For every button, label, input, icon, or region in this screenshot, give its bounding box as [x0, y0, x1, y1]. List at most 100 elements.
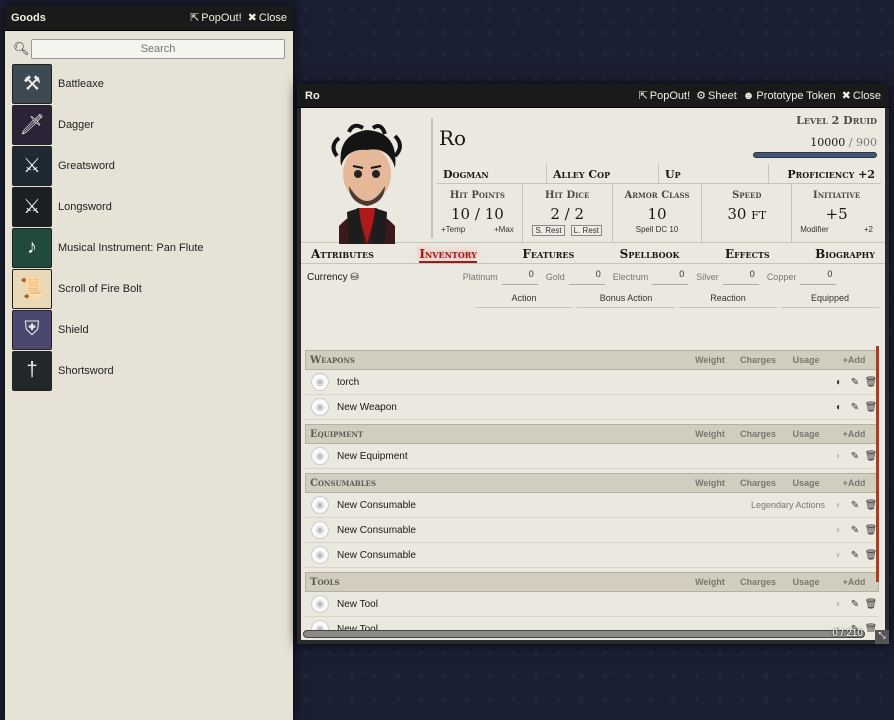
- edit-icon[interactable]: ✎: [847, 599, 863, 610]
- prototype-token-button[interactable]: ☻ Prototype Token: [743, 90, 836, 102]
- goods-item[interactable]: † Shortsword: [12, 350, 293, 391]
- resize-handle[interactable]: ⤡: [875, 630, 889, 644]
- add-equipment-button[interactable]: +Add: [830, 429, 878, 439]
- initiative-mod-value[interactable]: +2: [864, 225, 873, 234]
- goods-item[interactable]: ⛨ Shield: [12, 309, 293, 350]
- item-image-icon[interactable]: ◉: [311, 595, 329, 613]
- edit-icon[interactable]: ✎: [847, 402, 863, 413]
- tab-spellbook[interactable]: Spellbook: [620, 247, 680, 263]
- tab-inventory[interactable]: Inventory: [419, 247, 477, 263]
- inventory-row[interactable]: ◉ New Consumable ◐ ✎ 🗑: [305, 518, 879, 543]
- inventory-scrollbar[interactable]: [876, 346, 879, 582]
- edit-icon[interactable]: ✎: [847, 500, 863, 511]
- equip-toggle-icon[interactable]: ◐: [831, 525, 847, 536]
- initiative-value: +5: [825, 205, 848, 223]
- filter-reaction[interactable]: Reaction: [679, 290, 777, 308]
- inventory-row[interactable]: ◉ New Equipment ◐ ✎ 🗑: [305, 444, 879, 469]
- goods-window: Goods ⇱PopOut! ✖Close 🔍︎ ⚒ Battleaxe 🗡 Dagg…: [5, 5, 293, 720]
- speed-label[interactable]: Speed: [702, 190, 791, 201]
- attributes-row: Hit Points 10 / 10 +Temp +Max Hit Dice 2…: [433, 184, 881, 242]
- tab-biography[interactable]: Biography: [815, 247, 875, 263]
- item-image-icon[interactable]: ◉: [311, 373, 329, 391]
- item-name[interactable]: New Tool: [337, 599, 831, 610]
- hit-points-value[interactable]: 10 / 10: [433, 205, 522, 223]
- edit-icon[interactable]: ✎: [847, 550, 863, 561]
- goods-item[interactable]: ⚔ Longsword: [12, 186, 293, 227]
- hp-current[interactable]: 10: [451, 205, 470, 223]
- xp-bar: [753, 152, 877, 158]
- xp-display[interactable]: 10000 / 900: [810, 136, 877, 149]
- coin-input[interactable]: 0: [722, 269, 759, 285]
- add-weapons-button[interactable]: +Add: [830, 355, 878, 365]
- goods-title: Goods: [11, 11, 46, 24]
- coins-icon: ⛁: [350, 271, 359, 283]
- item-name[interactable]: New Consumable: [337, 525, 831, 536]
- equip-toggle-icon[interactable]: ◐: [831, 500, 847, 511]
- goods-search-input[interactable]: [31, 39, 285, 59]
- item-name[interactable]: New Consumable: [337, 550, 831, 561]
- add-consumables-button[interactable]: +Add: [830, 478, 878, 488]
- goods-popout-button[interactable]: ⇱ PopOut!: [190, 11, 242, 24]
- hp-max[interactable]: 10: [485, 205, 504, 223]
- tab-effects[interactable]: Effects: [725, 247, 770, 263]
- coin-input[interactable]: 0: [652, 269, 689, 285]
- character-name[interactable]: Ro: [439, 126, 466, 150]
- goods-close-button[interactable]: ✖ Close: [248, 11, 287, 24]
- equip-toggle-icon[interactable]: ◐: [831, 451, 847, 462]
- coin-input[interactable]: 0: [501, 269, 538, 285]
- longsword-icon: ⚔: [12, 186, 52, 227]
- filter-bonus-action[interactable]: Bonus Action: [577, 290, 675, 308]
- coin-input[interactable]: 0: [800, 269, 837, 285]
- character-portrait[interactable]: [319, 116, 415, 244]
- initiative-label[interactable]: Initiative: [792, 190, 881, 201]
- item-image-icon[interactable]: ◉: [311, 447, 329, 465]
- tab-attributes[interactable]: Attributes: [311, 247, 374, 263]
- short-rest-button[interactable]: S. Rest: [532, 225, 565, 236]
- background-field[interactable]: Alley Cop: [547, 164, 659, 183]
- currency-label[interactable]: Currency ⛁: [307, 272, 359, 283]
- item-name[interactable]: New Consumable: [337, 500, 751, 511]
- equip-toggle-icon[interactable]: ◐: [831, 550, 847, 561]
- tab-features[interactable]: Features: [522, 247, 574, 263]
- item-image-icon[interactable]: ◉: [311, 398, 329, 416]
- edit-icon[interactable]: ✎: [847, 451, 863, 462]
- edit-icon[interactable]: ✎: [847, 377, 863, 388]
- sheet-popout-button[interactable]: ⇱ PopOut!: [639, 89, 691, 102]
- item-image-icon[interactable]: ◉: [311, 546, 329, 564]
- item-image-icon[interactable]: ◉: [311, 521, 329, 539]
- equip-toggle-icon[interactable]: ◐: [831, 377, 847, 388]
- inventory-row[interactable]: ◉ New Tool ◐ ✎ 🗑: [305, 592, 879, 617]
- item-name[interactable]: New Equipment: [337, 451, 831, 462]
- race-field[interactable]: Dogman: [437, 164, 547, 183]
- close-icon: ✖: [247, 12, 257, 24]
- item-image-icon[interactable]: ◉: [311, 496, 329, 514]
- goods-item[interactable]: ♪ Musical Instrument: Pan Flute: [12, 227, 293, 268]
- goods-item[interactable]: 📜 Scroll of Fire Bolt: [12, 268, 293, 309]
- alignment-field[interactable]: Up: [659, 164, 769, 183]
- greatsword-icon: ⚔: [12, 145, 52, 186]
- filter-action[interactable]: Action: [475, 290, 573, 308]
- sheet-close-button[interactable]: ✖ Close: [842, 89, 881, 102]
- filter-equipped[interactable]: Equipped: [781, 290, 879, 308]
- equip-toggle-icon[interactable]: ◐: [831, 599, 847, 610]
- long-rest-button[interactable]: L. Rest: [570, 225, 602, 236]
- equip-toggle-icon[interactable]: ◐: [831, 402, 847, 413]
- sheet-config-button[interactable]: ⚙ Sheet: [696, 89, 737, 102]
- inventory-row[interactable]: ◉ torch ◐ ✎ 🗑: [305, 370, 879, 395]
- coin-input[interactable]: 0: [568, 269, 605, 285]
- inventory-row[interactable]: ◉ New Weapon ◐ ✎ 🗑: [305, 395, 879, 420]
- inventory-row[interactable]: ◉ New Consumable ◐ ✎ 🗑: [305, 543, 879, 568]
- trash-icon[interactable]: 🗑: [863, 599, 879, 610]
- hp-temp-field[interactable]: +Temp: [441, 225, 465, 234]
- armor-class-label[interactable]: Armor Class: [613, 190, 702, 201]
- goods-item[interactable]: 🗡 Dagger: [12, 104, 293, 145]
- add-tools-button[interactable]: +Add: [830, 577, 878, 587]
- inventory-row[interactable]: ◉ New Consumable Legendary Actions ◐ ✎ 🗑: [305, 493, 879, 518]
- goods-item[interactable]: ⚔ Greatsword: [12, 145, 293, 186]
- column-usage: Usage: [792, 429, 820, 439]
- goods-item[interactable]: ⚒ Battleaxe: [12, 63, 293, 104]
- hp-tmax-field[interactable]: +Max: [494, 225, 514, 234]
- edit-icon[interactable]: ✎: [847, 525, 863, 536]
- item-name[interactable]: New Weapon: [337, 402, 831, 413]
- item-name[interactable]: torch: [337, 377, 831, 388]
